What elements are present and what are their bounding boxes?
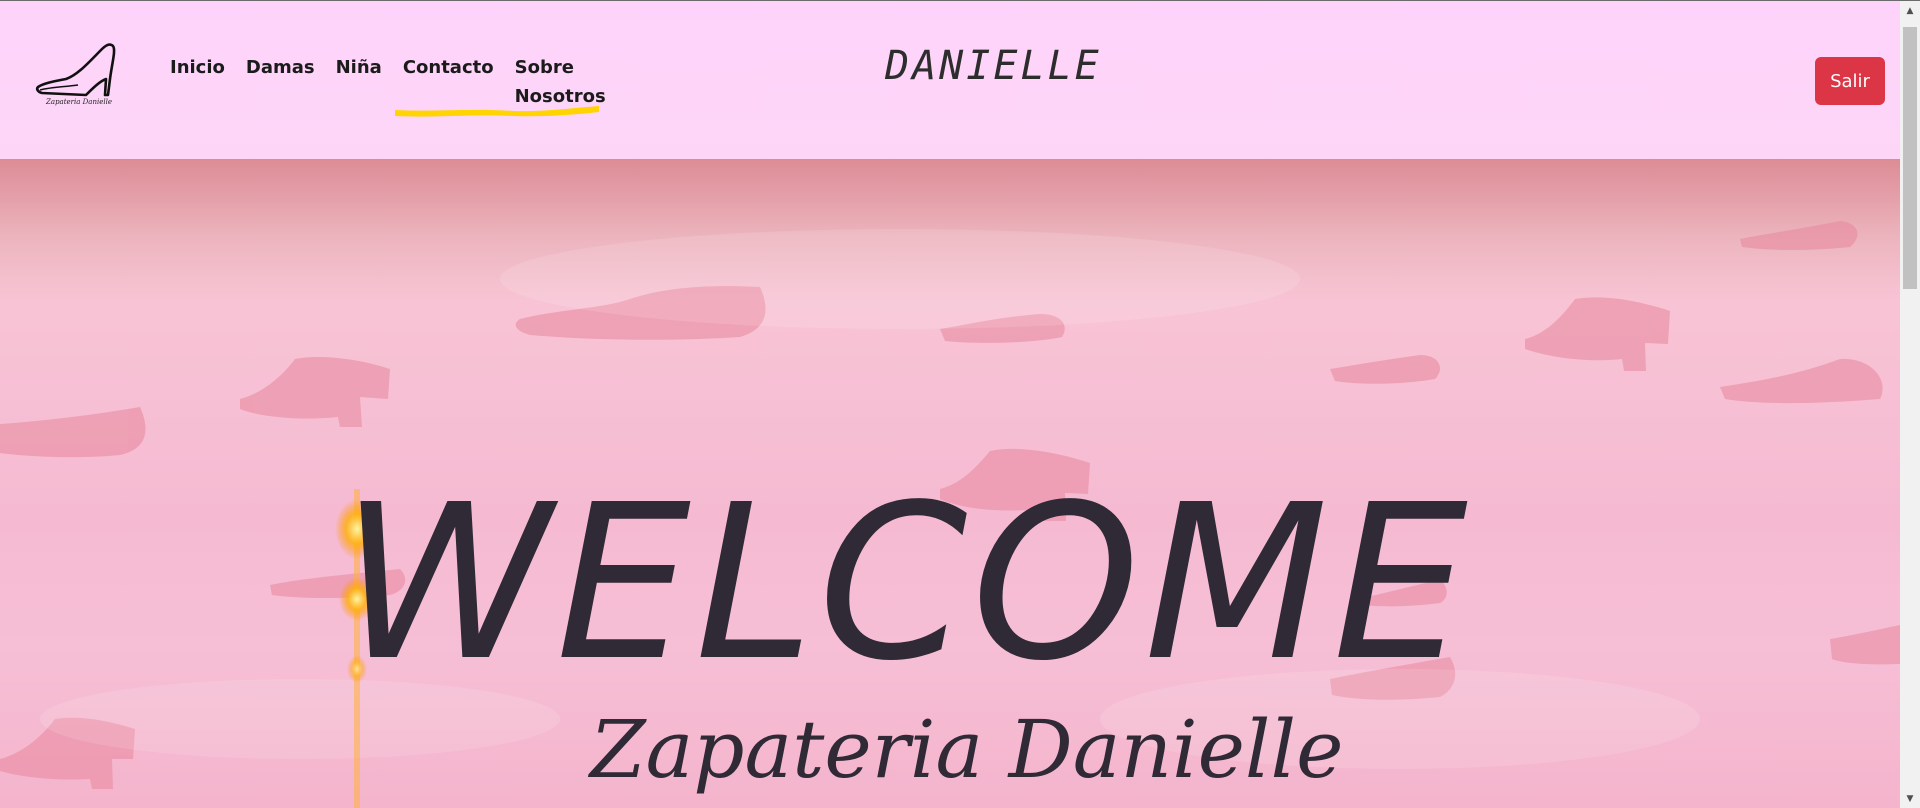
high-heel-icon [35, 43, 116, 97]
hero-banner: WELCOME Zapateria Danielle [0, 159, 1900, 808]
arrow-down-icon[interactable]: ▼ [1900, 789, 1920, 808]
arrow-up-icon[interactable]: ▲ [1900, 1, 1920, 21]
nav-link-nina[interactable]: Niña [336, 53, 382, 111]
page: Zapateria Danielle Inicio Damas Niña Con… [0, 0, 1920, 808]
logout-button[interactable]: Salir [1815, 57, 1885, 105]
vertical-scrollbar[interactable]: ▲ ▼ [1900, 1, 1920, 808]
nav-link-inicio[interactable]: Inicio [170, 53, 225, 111]
nav-link-damas[interactable]: Damas [246, 53, 315, 111]
page-content: Zapateria Danielle Inicio Damas Niña Con… [0, 1, 1900, 808]
highlight-underline [395, 106, 599, 117]
logo-caption: Zapateria Danielle [46, 98, 112, 106]
navbar: Zapateria Danielle Inicio Damas Niña Con… [0, 1, 1900, 159]
scrollbar-thumb[interactable] [1903, 27, 1917, 289]
welcome-subtitle: Zapateria Danielle [590, 703, 1344, 796]
brand-title: DANIELLE [885, 43, 1102, 89]
welcome-title: WELCOME [340, 459, 1472, 708]
logo[interactable]: Zapateria Danielle [34, 39, 124, 111]
